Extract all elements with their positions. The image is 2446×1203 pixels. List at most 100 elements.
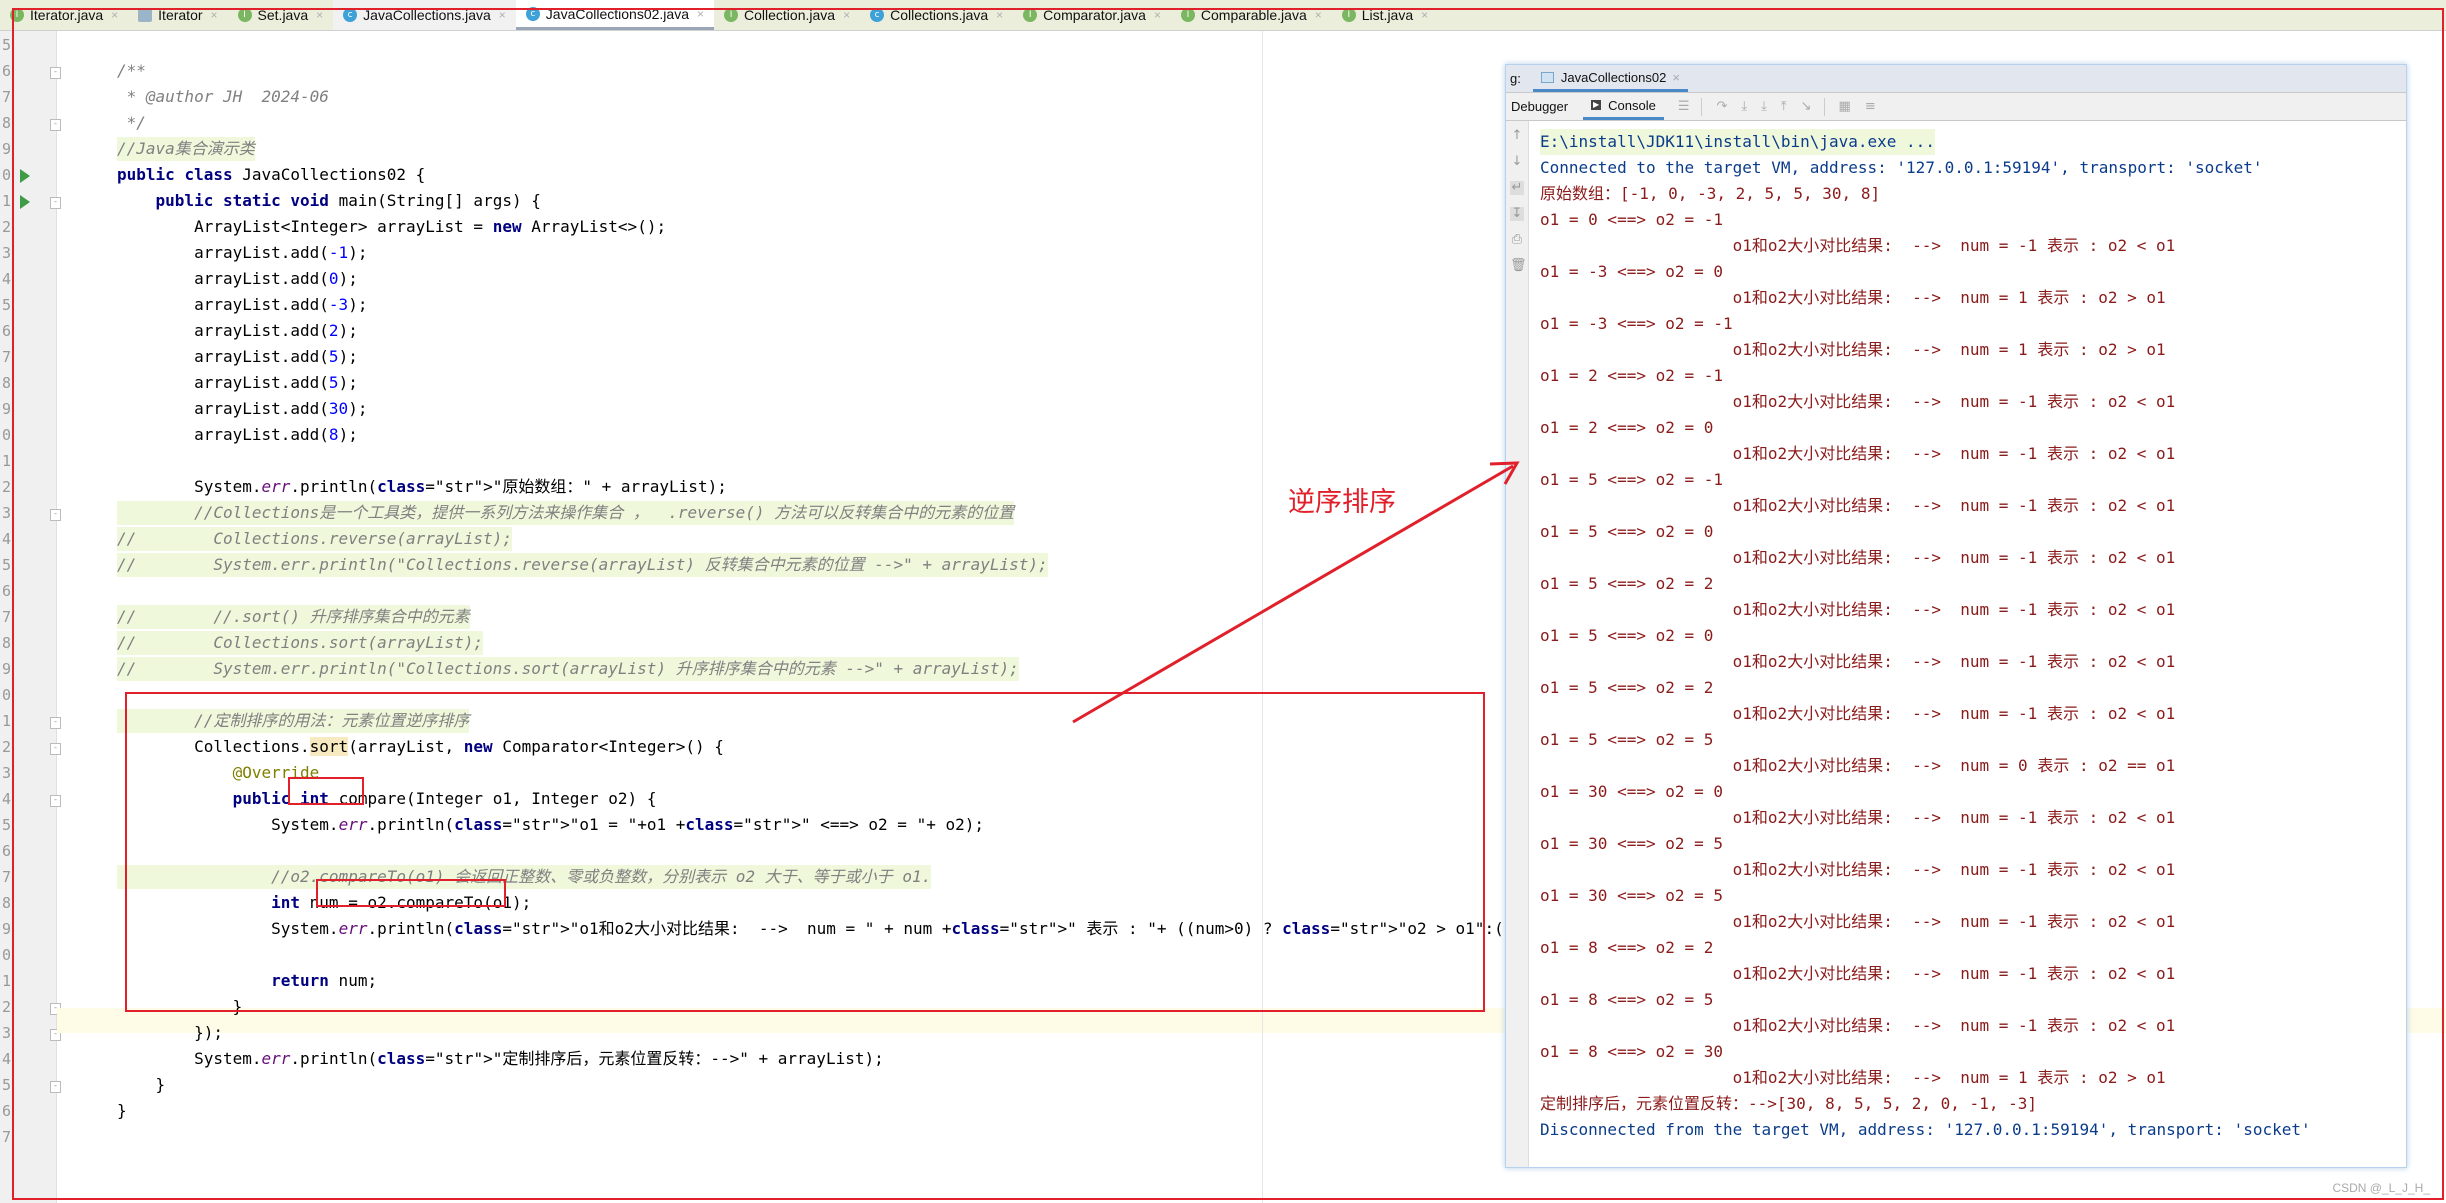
console-line: 原始数组：[-1, 0, -3, 2, 5, 5, 30, 8] [1540, 184, 1881, 203]
console-line: o1 = 8 <==> o2 = 2 [1540, 938, 1714, 957]
console-line: Connected to the target VM, address: '12… [1540, 158, 2263, 177]
run-to-cursor-icon[interactable]: ↘ [1801, 99, 1812, 114]
console-line: o1和o2大小对比结果: --> num = -1 表示 : o2 < o1 [1540, 392, 2176, 411]
console-line: 定制排序后，元素位置反转：-->[30, 8, 5, 5, 2, 0, -1, … [1540, 1094, 2037, 1113]
line-number: 2 [2, 218, 12, 236]
console-line: o1 = 30 <==> o2 = 0 [1540, 782, 1724, 801]
step-into-icon[interactable]: ⤓ [1761, 99, 1767, 114]
run-config-label: JavaCollections02 [1560, 69, 1667, 85]
line-number: 8 [2, 114, 12, 132]
line-number: 1 [2, 192, 12, 210]
console-line: o1和o2大小对比结果: --> num = -1 表示 : o2 < o1 [1540, 808, 2176, 827]
line-number: 9 [2, 660, 12, 678]
line-number: 2 [2, 478, 12, 496]
console-line: o1 = 0 <==> o2 = -1 [1540, 210, 1724, 229]
watermark: CSDN @_L_J_H_ [2332, 1181, 2430, 1195]
line-number: 1 [2, 712, 12, 730]
step-out-icon[interactable]: ⤒ [1781, 99, 1787, 114]
print-icon[interactable]: ⎙ [1510, 233, 1524, 247]
console-line: o1 = 2 <==> o2 = -1 [1540, 366, 1724, 385]
console-line: o1和o2大小对比结果: --> num = 1 表示 : o2 > o1 [1540, 288, 2166, 307]
console-line: o1 = 5 <==> o2 = 5 [1540, 730, 1714, 749]
line-number: 3 [2, 1024, 12, 1042]
debug-console-panel: g: JavaCollections02 × Debugger ▶ Consol… [1505, 64, 2407, 1168]
console-line: o1和o2大小对比结果: --> num = -1 表示 : o2 < o1 [1540, 444, 2176, 463]
line-number: 8 [2, 374, 12, 392]
compare-method-highlight-box [288, 777, 364, 805]
console-line: o1 = -3 <==> o2 = 0 [1540, 262, 1724, 281]
console-tab-label: Console [1608, 97, 1656, 113]
window-icon [1540, 71, 1554, 83]
compareto-call-highlight-box [316, 879, 506, 907]
run-tab-header: g: JavaCollections02 × [1506, 65, 2406, 93]
console-tab[interactable]: ▶ Console [1583, 93, 1664, 120]
line-number: 6 [2, 1102, 12, 1120]
line-number: 7 [2, 88, 12, 106]
scroll-up-icon[interactable]: ↑ [1510, 129, 1524, 143]
line-number: 6 [2, 322, 12, 340]
close-icon[interactable]: × [1672, 70, 1680, 85]
debug-prefix: g: [1510, 71, 1521, 86]
line-number: 5 [2, 296, 12, 314]
console-line: o1和o2大小对比结果: --> num = -1 表示 : o2 < o1 [1540, 548, 2176, 567]
console-icon: ▶ [1591, 100, 1602, 110]
line-number: 2 [2, 738, 12, 756]
line-number: 1 [2, 972, 12, 990]
trace-icon[interactable]: ≡ [1865, 99, 1876, 114]
console-line: o1 = 8 <==> o2 = 5 [1540, 990, 1714, 1009]
line-number: 3 [2, 764, 12, 782]
line-number: 2 [2, 998, 12, 1016]
clear-all-icon[interactable]: 🗑 [1510, 259, 1527, 273]
debugger-tab[interactable]: Debugger [1511, 99, 1568, 114]
console-line: o1 = 5 <==> o2 = 2 [1540, 574, 1714, 593]
step-over-icon[interactable]: ⤓ [1741, 99, 1747, 114]
line-number: 5 [2, 36, 12, 54]
line-number: 6 [2, 62, 12, 80]
console-line: o1 = 5 <==> o2 = 2 [1540, 678, 1714, 697]
line-number: 4 [2, 1050, 12, 1068]
annotation-label: 逆序排序 [1288, 487, 1396, 518]
console-line: o1 = 2 <==> o2 = 0 [1540, 418, 1714, 437]
line-number: 7 [2, 608, 12, 626]
line-number: 7 [2, 868, 12, 886]
evaluate-expression-icon[interactable]: ▦ [1839, 99, 1851, 114]
line-number: 4 [2, 270, 12, 288]
console-line: o1和o2大小对比结果: --> num = 1 表示 : o2 > o1 [1540, 340, 2166, 359]
console-line: o1 = 30 <==> o2 = 5 [1540, 834, 1724, 853]
console-line: o1 = 8 <==> o2 = 30 [1540, 1042, 1724, 1061]
run-config-tab[interactable]: JavaCollections02 × [1532, 65, 1688, 92]
line-number: 1 [2, 452, 12, 470]
line-number: 4 [2, 530, 12, 548]
console-line: o1和o2大小对比结果: --> num = -1 表示 : o2 < o1 [1540, 860, 2176, 879]
line-number: 0 [2, 686, 12, 704]
console-side-toolbar: ↑ ↓ ↵ ↧ ⎙ 🗑 [1506, 121, 1529, 1167]
menu-lines-icon[interactable]: ☰ [1678, 99, 1690, 114]
line-number: 5 [2, 556, 12, 574]
line-number: 0 [2, 946, 12, 964]
soft-wrap-icon[interactable]: ↵ [1510, 181, 1524, 195]
console-toolbar: Debugger ▶ Console ☰ ↷ ⤓ ⤓ ⤒ ↘ ▦ ≡ [1506, 93, 2406, 121]
toolbar-separator [1823, 97, 1825, 116]
console-line: o1 = 5 <==> o2 = 0 [1540, 626, 1714, 645]
console-line: o1和o2大小对比结果: --> num = 1 表示 : o2 > o1 [1540, 1068, 2166, 1087]
scroll-to-end-icon[interactable]: ↧ [1510, 207, 1524, 221]
console-line: Disconnected from the target VM, address… [1540, 1120, 2311, 1139]
line-number: 9 [2, 140, 12, 158]
console-line: o1 = 30 <==> o2 = 5 [1540, 886, 1724, 905]
console-line: o1和o2大小对比结果: --> num = 0 表示 : o2 == o1 [1540, 756, 2176, 775]
line-number: 6 [2, 582, 12, 600]
line-number: 3 [2, 504, 12, 522]
console-line: E:\install\JDK11\install\bin\java.exe ..… [1540, 129, 1935, 155]
line-number: 9 [2, 920, 12, 938]
console-line: o1 = 5 <==> o2 = 0 [1540, 522, 1714, 541]
console-line: o1和o2大小对比结果: --> num = -1 表示 : o2 < o1 [1540, 1016, 2176, 1035]
console-line: o1和o2大小对比结果: --> num = -1 表示 : o2 < o1 [1540, 652, 2176, 671]
console-line: o1 = -3 <==> o2 = -1 [1540, 314, 1733, 333]
line-number: 9 [2, 400, 12, 418]
line-number: 8 [2, 894, 12, 912]
console-line: o1和o2大小对比结果: --> num = -1 表示 : o2 < o1 [1540, 964, 2176, 983]
show-execution-point-icon[interactable]: ↷ [1716, 99, 1727, 114]
console-line: o1和o2大小对比结果: --> num = -1 表示 : o2 < o1 [1540, 496, 2176, 515]
scroll-down-icon[interactable]: ↓ [1510, 155, 1524, 169]
toolbar-separator [1701, 97, 1703, 116]
